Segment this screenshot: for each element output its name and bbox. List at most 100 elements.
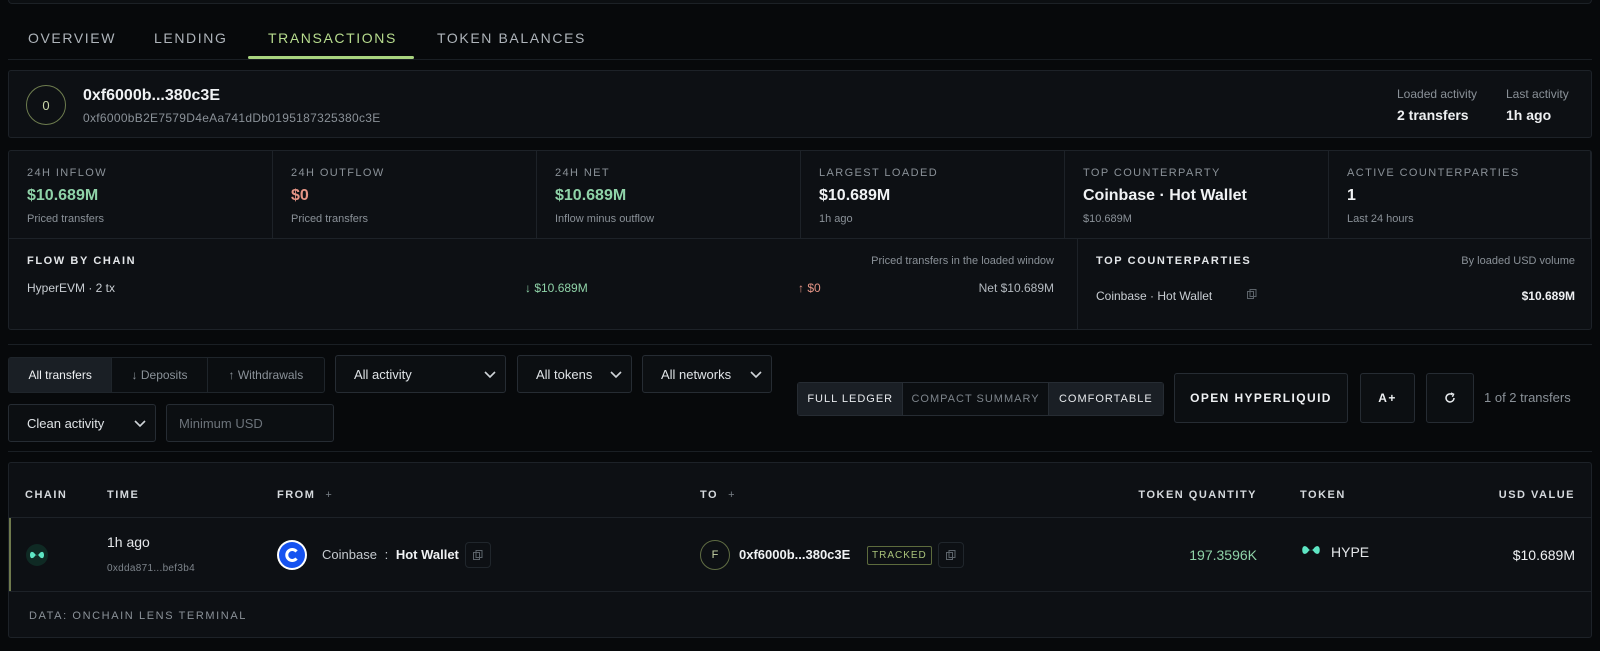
loaded-activity-value: 2 transfers: [1397, 107, 1469, 123]
filter-all-transfers[interactable]: All transfers: [9, 358, 113, 392]
copy-icon[interactable]: [1241, 283, 1263, 305]
flow-note: Priced transfers in the loaded window: [871, 255, 1054, 267]
from-separator: :: [384, 547, 389, 562]
stat-sub: Priced transfers: [291, 213, 369, 225]
add-filter-icon[interactable]: +: [325, 489, 333, 501]
tab-bar: OVERVIEW LENDING TRANSACTIONS TOKEN BALA…: [8, 18, 1592, 60]
stat-top-counterparty: TOP COUNTERPARTY Coinbase · Hot Wallet $…: [1065, 151, 1329, 238]
refresh-button[interactable]: [1426, 373, 1474, 423]
stats-panel: 24H INFLOW $10.689M Priced transfers 24H…: [8, 150, 1592, 330]
font-size-button[interactable]: A+: [1360, 373, 1415, 423]
top-frame: [8, 0, 1592, 4]
stat-value: $0: [291, 187, 309, 204]
copy-icon[interactable]: [938, 542, 964, 568]
networks-select[interactable]: All networks: [642, 355, 772, 393]
clean-activity-select-value: Clean activity: [27, 415, 105, 431]
refresh-icon: [1445, 392, 1455, 403]
open-hyperliquid-button[interactable]: OPEN HYPERLIQUID: [1174, 373, 1348, 423]
stat-value: Coinbase · Hot Wallet: [1083, 187, 1247, 204]
stat-label: 24H OUTFLOW: [291, 167, 385, 179]
tab-overview[interactable]: OVERVIEW: [28, 30, 116, 46]
stat-label: 24H NET: [555, 167, 611, 179]
coinbase-logo-icon: [277, 540, 307, 570]
col-header-to[interactable]: TO +: [700, 489, 736, 501]
loaded-activity-label: Loaded activity: [1397, 87, 1478, 101]
chevron-down-icon: [750, 371, 762, 379]
col-header-usd: USD VALUE: [1498, 489, 1575, 501]
copy-icon[interactable]: [465, 542, 491, 568]
chevron-down-icon: [134, 420, 146, 428]
last-activity-value: 1h ago: [1506, 107, 1552, 123]
usd-value: $10.689M: [1512, 547, 1575, 563]
last-activity-label: Last activity: [1506, 87, 1569, 101]
table-row[interactable]: 1h ago 0xdda871...bef3b4 Coinbase : Hot …: [9, 517, 1591, 592]
activity-select-value: All activity: [354, 366, 412, 382]
flow-outflow: ↑ $0: [798, 281, 821, 295]
from-entity-name: Coinbase: [322, 547, 377, 562]
from-entity-label: Hot Wallet: [395, 547, 459, 562]
add-filter-icon[interactable]: +: [728, 489, 736, 501]
flow-net: Net $10.689M: [978, 281, 1054, 295]
col-header-quantity: TOKEN QUANTITY: [1138, 489, 1257, 501]
view-full-ledger[interactable]: FULL LEDGER: [798, 383, 904, 415]
stat-label: ACTIVE COUNTERPARTIES: [1347, 167, 1520, 179]
networks-select-value: All networks: [661, 366, 732, 382]
divider: [8, 344, 1592, 345]
chevron-down-icon: [610, 371, 622, 379]
filter-withdrawals[interactable]: ↑ Withdrawals: [208, 358, 324, 392]
view-mode-toggle: FULL LEDGER COMPACT SUMMARY COMFORTABLE: [797, 382, 1164, 416]
token-quantity: 197.3596K: [1189, 547, 1257, 563]
stat-outflow: 24H OUTFLOW $0 Priced transfers: [273, 151, 537, 238]
hype-token-icon: [1301, 543, 1321, 562]
transfer-direction-filter: All transfers ↓ Deposits ↑ Withdrawals: [8, 357, 325, 393]
activity-select[interactable]: All activity: [335, 355, 506, 393]
tab-token-balances[interactable]: TOKEN BALANCES: [437, 30, 586, 46]
minimum-usd-input[interactable]: [166, 404, 334, 442]
stat-sub: $10.689M: [1083, 213, 1132, 225]
token-symbol: HYPE: [1331, 544, 1370, 560]
hyperevm-chain-icon: [26, 544, 48, 566]
transfer-count: 1 of 2 transfers: [1484, 390, 1571, 405]
wallet-header: 0 0xf6000b...380c3E 0xf6000bB2E7579D4eAa…: [8, 70, 1592, 138]
stat-sub: Last 24 hours: [1347, 213, 1414, 225]
wallet-avatar: 0: [26, 85, 66, 125]
col-header-chain: CHAIN: [25, 489, 68, 501]
stat-label: 24H INFLOW: [27, 167, 108, 179]
counterparty-value: $10.689M: [1521, 289, 1575, 303]
stat-sub: 1h ago: [819, 213, 853, 225]
divider: [8, 451, 1592, 452]
tokens-select[interactable]: All tokens: [517, 355, 632, 393]
data-source-footer: DATA: ONCHAIN LENS TERMINAL: [29, 610, 248, 622]
col-header-from[interactable]: FROM +: [277, 489, 333, 501]
from-entity[interactable]: Coinbase : Hot Wallet: [322, 547, 459, 562]
stat-largest-loaded: LARGEST LOADED $10.689M 1h ago: [801, 151, 1065, 238]
top-counterparties-note: By loaded USD volume: [1461, 255, 1575, 267]
flow-by-chain-title: FLOW BY CHAIN: [27, 255, 137, 267]
to-avatar: F: [700, 540, 730, 570]
stat-label: TOP COUNTERPARTY: [1083, 167, 1221, 179]
view-compact-summary[interactable]: COMPACT SUMMARY: [903, 383, 1049, 415]
stat-inflow: 24H INFLOW $10.689M Priced transfers: [9, 151, 273, 238]
row-time: 1h ago: [107, 534, 150, 550]
to-address[interactable]: 0xf6000b...380c3E: [739, 547, 850, 562]
wallet-full-address: 0xf6000bB2E7579D4eAa741dDb0195187325380c…: [83, 111, 381, 125]
tracked-badge: TRACKED: [867, 546, 932, 565]
tab-lending[interactable]: LENDING: [154, 30, 227, 46]
stat-net: 24H NET $10.689M Inflow minus outflow: [537, 151, 801, 238]
flow-chain-name: HyperEVM · 2 tx: [27, 281, 116, 295]
clean-activity-select[interactable]: Clean activity: [8, 404, 156, 442]
active-tab-indicator: [248, 56, 414, 59]
row-accent: [9, 518, 11, 591]
col-header-from-label: FROM: [277, 489, 316, 501]
tab-transactions[interactable]: TRANSACTIONS: [268, 30, 397, 46]
col-header-token: TOKEN: [1300, 489, 1346, 501]
view-comfortable[interactable]: COMFORTABLE: [1048, 383, 1163, 415]
filter-deposits[interactable]: ↓ Deposits: [112, 358, 208, 392]
top-counterparties-title: TOP COUNTERPARTIES: [1096, 255, 1252, 267]
stat-value: $10.689M: [819, 187, 891, 204]
stat-value: $10.689M: [555, 187, 627, 204]
tx-hash-link[interactable]: 0xdda871...bef3b4: [107, 563, 195, 574]
stat-label: LARGEST LOADED: [819, 167, 939, 179]
tokens-select-value: All tokens: [536, 366, 593, 382]
stat-sub: Priced transfers: [27, 213, 105, 225]
